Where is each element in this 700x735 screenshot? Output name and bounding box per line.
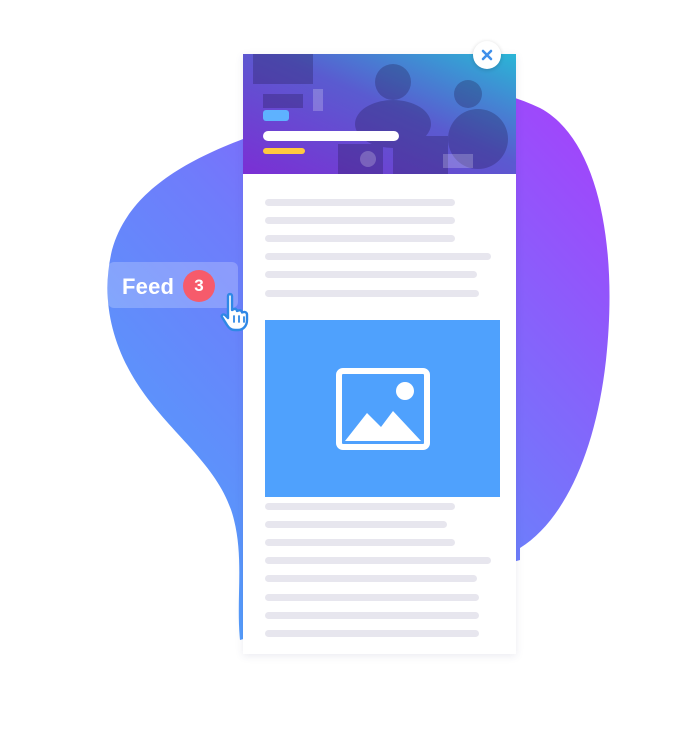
text-placeholder-line (265, 271, 477, 278)
text-placeholder-line (265, 557, 491, 564)
image-icon (335, 367, 430, 450)
feed-tab-label: Feed (122, 274, 175, 299)
text-placeholder-line (265, 503, 455, 510)
illustration-stage: Feed 3 (0, 0, 700, 735)
text-placeholder-line (265, 253, 491, 260)
text-placeholder-line (265, 539, 455, 546)
hand-pointer-icon (220, 292, 249, 332)
text-placeholder-line (265, 199, 455, 206)
image-placeholder (265, 320, 500, 497)
text-placeholder-line (265, 630, 479, 637)
text-placeholder-line (265, 575, 477, 582)
text-placeholder-line (265, 217, 455, 224)
notification-badge: 3 (183, 270, 215, 302)
text-placeholder-line (265, 521, 447, 528)
text-placeholder-line (265, 290, 479, 297)
text-placeholder-line (265, 594, 479, 601)
close-icon (481, 49, 493, 61)
header-photo (243, 54, 516, 174)
feed-panel (243, 54, 516, 654)
panel-header-image (243, 54, 516, 174)
text-placeholder-line (265, 612, 479, 619)
close-button[interactable] (473, 41, 501, 69)
feed-tab[interactable]: Feed 3 (108, 262, 238, 308)
text-placeholder-line (265, 235, 455, 242)
